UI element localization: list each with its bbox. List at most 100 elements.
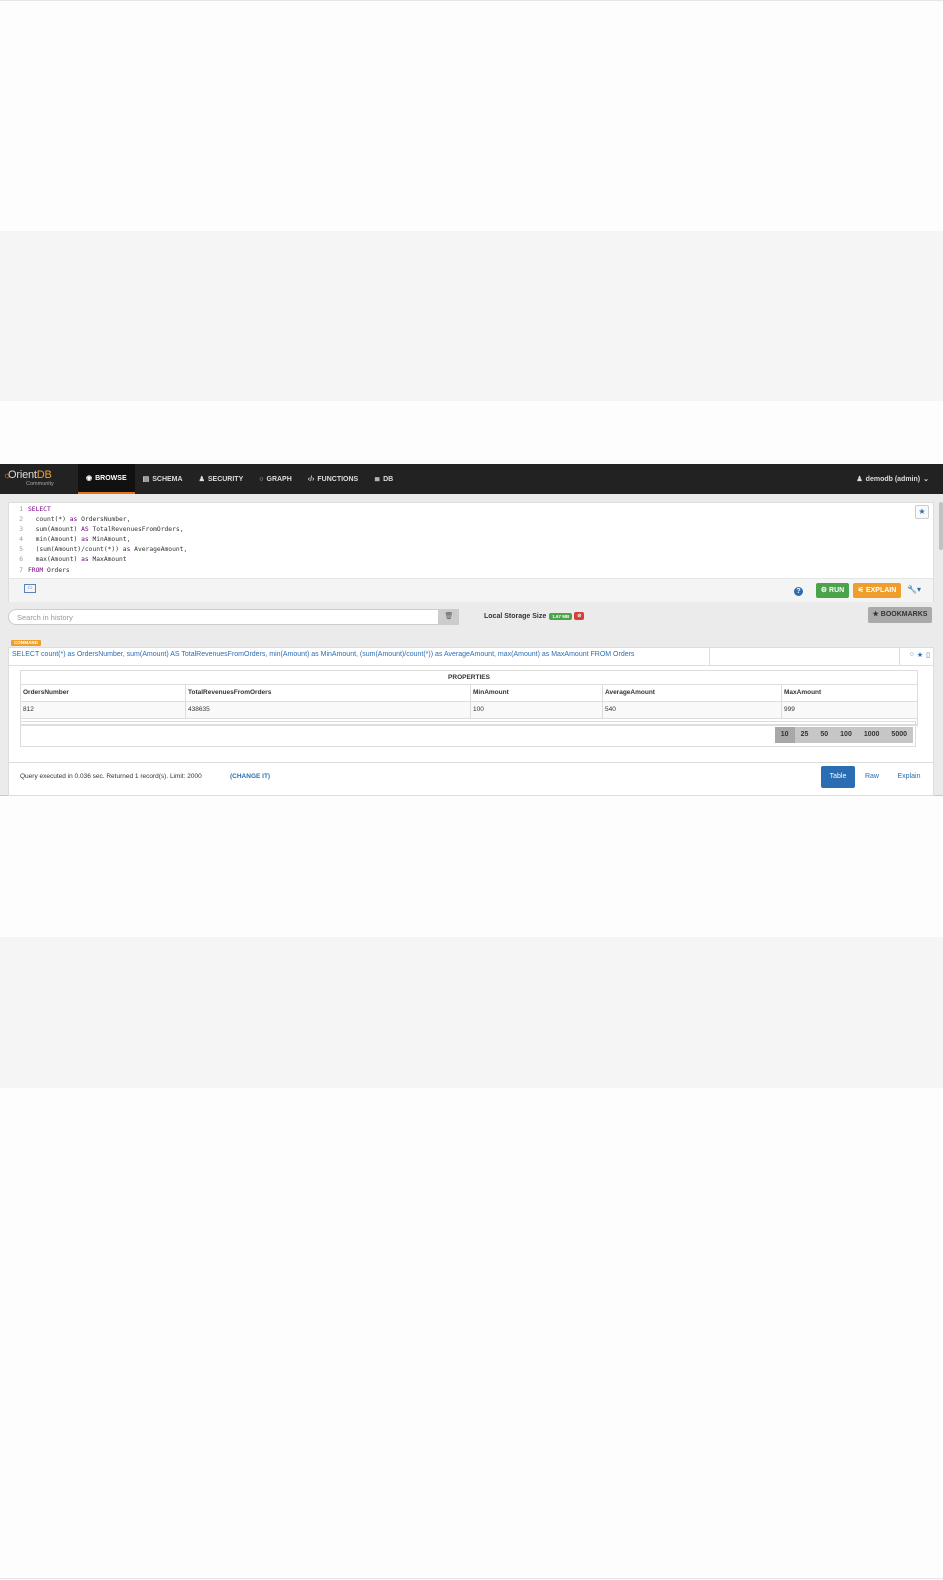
table-cell: 999	[784, 706, 795, 713]
divider	[709, 648, 710, 665]
navbar: ☼ OrientDB Community ◉ BROWSE ▤ SCHEMA ♟ SE…	[0, 464, 943, 494]
image-icon[interactable]: ▭	[24, 584, 36, 593]
tab-raw[interactable]: Raw	[859, 766, 885, 788]
circle-icon: ○	[259, 475, 264, 483]
nav-db[interactable]: ≣ DB	[366, 464, 401, 494]
page-size-option[interactable]: 100	[834, 727, 858, 743]
explain-label: EXPLAIN	[865, 587, 897, 594]
nav-graph-label: GRAPH	[266, 475, 292, 483]
help-icon[interactable]: ?	[794, 587, 803, 596]
code-keyword: FROM	[28, 566, 44, 574]
page-size-option[interactable]: 10	[774, 727, 795, 743]
divider	[9, 762, 933, 763]
trash-icon[interactable]: ▯	[926, 651, 930, 659]
nav-functions[interactable]: ‹/› FUNCTIONS	[300, 464, 366, 494]
table-header-row: OrdersNumber TotalRevenuesFromOrders Min…	[21, 685, 917, 702]
result-query-text[interactable]: SELECT count(*) as OrdersNumber, sum(Amo…	[12, 651, 634, 658]
editor-toolbar: ▭ ? ⚙ RUN ⚟ EXPLAIN 🔧▾	[9, 578, 933, 602]
nav-browse[interactable]: ◉ BROWSE	[78, 464, 135, 494]
user-menu-label: demodb (admin)	[865, 475, 921, 483]
nav-graph[interactable]: ○ GRAPH	[251, 464, 300, 494]
brand-logo[interactable]: ☼ OrientDB Community	[0, 464, 78, 494]
result-actions: ○ ★ ▯	[910, 651, 930, 659]
nav-schema-label: SCHEMA	[152, 475, 183, 483]
nav-security[interactable]: ♟ SECURITY	[191, 464, 252, 494]
change-limit-link[interactable]: (CHANGE IT)	[230, 773, 270, 780]
column-header[interactable]: OrdersNumber	[21, 685, 186, 701]
local-storage-size: Local Storage Size 1.67 MB ⊘	[484, 612, 585, 620]
page-size-option[interactable]: 50	[814, 727, 835, 743]
line-number: 3	[19, 526, 23, 534]
brand-name-db: DB	[36, 469, 52, 481]
code-line: SELECT	[28, 505, 187, 515]
explain-icon: ⚟	[857, 587, 866, 594]
properties-table: PROPERTIES OrdersNumber TotalRevenuesFro…	[20, 670, 918, 726]
code-keyword: SELECT	[28, 506, 51, 513]
code-area[interactable]: SELECT count(*) as OrdersNumber, sum(Amo…	[28, 505, 187, 576]
orientdb-studio-window: ☼ OrientDB Community ◉ BROWSE ▤ SCHEMA ♟ SE…	[0, 464, 943, 796]
run-icon: ⚙	[820, 587, 830, 594]
column-header[interactable]: AverageAmount	[603, 685, 782, 701]
background-band	[0, 231, 943, 401]
code-line: sum(Amount) AS TotalRevenuesFromOrders,	[28, 526, 184, 534]
code-line: FROM Orders	[28, 566, 187, 576]
code-text: Orders	[43, 566, 70, 574]
line-numbers: 1 2 3 4 5 6 7	[9, 505, 25, 576]
user-icon: ♟	[856, 476, 863, 483]
star-icon[interactable]: ★	[917, 651, 923, 659]
table-cell: 540	[603, 702, 782, 718]
line-number: 5	[19, 546, 23, 554]
bookmark-star-button[interactable]: ★	[915, 505, 929, 519]
background-band	[0, 937, 943, 1088]
line-number: 2	[19, 516, 23, 524]
command-badge: COMMAND	[11, 640, 41, 646]
scrollbar[interactable]	[939, 502, 943, 550]
storage-size-badge: 1.67 MB	[549, 612, 573, 620]
nav-functions-label: FUNCTIONS	[317, 475, 359, 483]
star-icon: ★	[918, 507, 926, 516]
storage-label: Local Storage Size	[484, 612, 547, 620]
list-icon: ▤	[142, 476, 150, 483]
explain-button[interactable]: ⚟ EXPLAIN	[853, 583, 901, 598]
line-number: 1	[19, 506, 23, 513]
run-button[interactable]: ⚙ RUN	[816, 583, 849, 598]
table-row: 812 438635 100 540 999	[21, 702, 917, 719]
user-icon: ♟	[198, 476, 205, 483]
table-title: PROPERTIES	[21, 671, 917, 685]
code-icon: ‹/›	[307, 475, 315, 483]
tab-explain[interactable]: Explain	[891, 766, 927, 788]
graph-circle-icon[interactable]: ○	[910, 651, 914, 659]
line-number: 7	[19, 566, 23, 574]
user-menu[interactable]: ♟ demodb (admin) ⌄	[848, 464, 943, 494]
clear-history-button[interactable]: 🗑	[439, 609, 459, 625]
page-size-option[interactable]: 25	[794, 727, 815, 743]
sun-logo-icon: ☼	[3, 470, 12, 480]
page-size-option[interactable]: 5000	[885, 727, 913, 743]
bookmarks-label: BOOKMARKS	[880, 611, 928, 618]
nav-browse-label: BROWSE	[95, 474, 127, 482]
nav-schema[interactable]: ▤ SCHEMA	[135, 464, 191, 494]
eye-icon: ◉	[86, 475, 93, 482]
column-header[interactable]: MaxAmount	[782, 685, 917, 701]
tab-table[interactable]: Table	[821, 766, 855, 788]
column-header[interactable]: MinAmount	[471, 685, 603, 701]
query-editor[interactable]: 1 2 3 4 5 6 7 SELECT count(*) as OrdersN…	[8, 502, 934, 602]
query-status: Query executed in 0.036 sec. Returned 1 …	[20, 773, 202, 780]
code-line: min(Amount) as MinAmount,	[28, 536, 131, 544]
wrench-dropdown-icon[interactable]: 🔧▾	[907, 585, 921, 594]
clear-storage-icon[interactable]: ⊘	[574, 612, 585, 620]
result-panel: SELECT count(*) as OrdersNumber, sum(Amo…	[8, 647, 934, 796]
run-label: RUN	[829, 587, 845, 594]
database-icon: ≣	[374, 476, 381, 483]
brand-name: Orient	[8, 469, 37, 481]
trash-icon: 🗑	[444, 613, 454, 620]
divider	[9, 665, 933, 666]
page-size-option[interactable]: 1000	[857, 727, 886, 743]
page-size-selector: 10 25 50 100 1000 5000	[774, 727, 913, 743]
column-header[interactable]: TotalRevenuesFromOrders	[186, 685, 471, 701]
bookmarks-button[interactable]: ★ BOOKMARKS	[868, 607, 932, 623]
nav-security-label: SECURITY	[207, 475, 244, 483]
table-cell: 438635	[186, 702, 471, 718]
history-search-input[interactable]: Search in history	[8, 609, 439, 625]
